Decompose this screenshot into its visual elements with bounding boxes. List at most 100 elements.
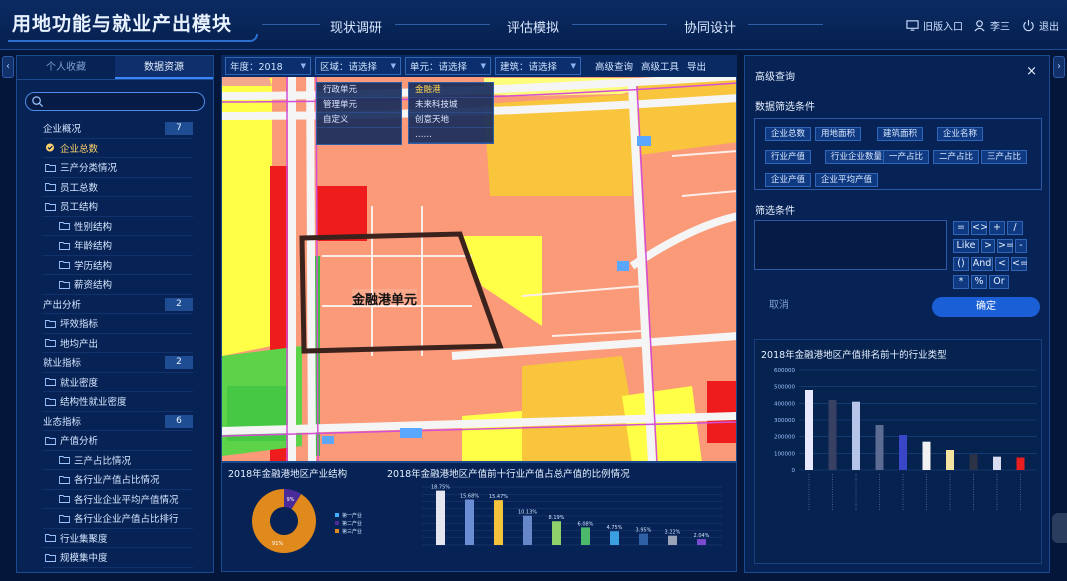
tree-item-label: 各行业产值占比情况 [74,475,160,487]
export-button[interactable]: 导出 [687,59,706,73]
tree-item[interactable]: 年龄结构 [43,236,193,256]
operator-button[interactable]: <> [971,221,988,235]
operator-button[interactable]: <= [1011,257,1028,271]
field-chip[interactable]: 一产占比 [883,150,930,164]
tree-item[interactable]: 结构性就业密度 [43,392,193,412]
tree-item[interactable]: 规模集中度 [43,548,193,568]
field-chip[interactable]: 企业平均产值 [815,173,879,187]
pie-slice-label: 9% [286,497,294,503]
field-chip[interactable]: 用地面积 [815,127,862,141]
tree-item[interactable]: 坪效指标 [43,314,193,334]
ranking-bar [875,425,884,470]
advanced-query-button[interactable]: 高级查询 [595,59,633,73]
condition-input[interactable] [754,220,947,270]
nav-separator [262,24,320,25]
operator-button[interactable]: + [989,221,1005,235]
ratio-bar-chart: 18.75% 15.68% 15.47% 10.13% 8.19% 6.08% 4.75% 3… [422,485,722,546]
field-chip[interactable]: 企业总数 [765,127,812,141]
tree-item[interactable]: 各行业产值占比情况 [43,470,193,490]
ranking-chart-svg: 600000 500000 400000 300000 200000 100000 0 [774,368,1037,510]
building-select[interactable]: 建筑：请选择 ▼ [495,57,581,75]
search-input[interactable] [48,94,208,109]
unit-option[interactable]: …… [409,128,493,143]
collapse-left-arrow-icon[interactable]: ‹ [2,56,14,78]
operator-button[interactable]: And [971,257,993,271]
search-box [25,92,208,111]
operator-button[interactable]: = [953,221,969,235]
tree-item[interactable]: 业态指标 6 [43,412,193,431]
folder-icon [45,339,56,348]
region-select[interactable]: 区域：请选择 ▼ [315,57,401,75]
field-chip[interactable]: 企业产值 [765,173,812,187]
tree-item[interactable]: 三产占比情况 [43,451,193,470]
operator-button[interactable]: - [1015,239,1027,253]
nav-separator [748,24,823,25]
tree-item[interactable]: 企业总数 [43,139,193,158]
unit-option[interactable]: 创意天地 [409,113,493,128]
nav-collab-design[interactable]: 协同设计 [684,17,736,36]
tree-item[interactable]: 产出分析 2 [43,295,193,314]
tree-item[interactable]: 就业指标 2 [43,353,193,373]
user-menu[interactable]: 李三 [973,18,1010,33]
confirm-button[interactable]: 确定 [932,297,1040,317]
tree-item[interactable]: 员工结构 [43,197,193,217]
field-chip[interactable]: 企业名称 [937,127,984,141]
field-chip[interactable]: 三产占比 [981,150,1028,164]
old-version-button[interactable]: 旧版入口 [906,18,963,33]
tree-item[interactable]: 学历结构 [43,256,193,275]
tree-item[interactable]: 性别结构 [43,217,193,236]
operator-button[interactable]: * [953,275,969,289]
tree-item[interactable]: 三产分类情况 [43,158,193,178]
tree-item-label: 各行业企业平均产值情况 [74,494,179,506]
ratio-bar-label: 4.75% [607,525,623,531]
advanced-tools-button[interactable]: 高级工具 [641,59,679,73]
monitor-icon [906,20,919,31]
left-tabs: 个人收藏 数据资源 [17,56,213,80]
tree-item[interactable]: 地均产出 [43,334,193,353]
tree-item[interactable]: 各行业企业平均产值情况 [43,490,193,509]
logout-button[interactable]: 退出 [1022,18,1059,33]
region-option[interactable]: 行政单元 [317,83,401,98]
operator-button[interactable]: / [1007,221,1023,235]
unit-select[interactable]: 单元：请选择 ▼ [405,57,491,75]
cancel-button[interactable]: 取消 [754,297,804,315]
operator-button[interactable]: () [953,257,969,271]
tree-item[interactable]: 企业概况 7 [43,119,193,139]
side-handle[interactable] [1052,513,1067,543]
field-chip[interactable]: 二产占比 [933,150,980,164]
tree-item[interactable]: 薪资结构 [43,275,193,295]
operator-button[interactable]: >= [997,239,1014,253]
title-frame-decoration [8,34,258,42]
year-select[interactable]: 年度：2018 ▼ [225,57,311,75]
unit-option[interactable]: 未来科技城 [409,98,493,113]
condition-section-title: 筛选条件 [755,206,795,217]
chevron-down-icon: ▼ [390,62,396,70]
tree-item-label: 学历结构 [74,260,113,272]
ratio-bar [552,521,561,545]
close-icon[interactable]: × [1026,64,1037,79]
field-chip[interactable]: 行业产值 [765,150,812,164]
tree-item[interactable]: 行业集聚度 [43,529,193,548]
ranking-bar [828,400,837,470]
region-option[interactable]: 管理单元 [317,98,401,113]
nav-evaluation[interactable]: 评估模拟 [507,17,559,36]
tree-item[interactable]: 就业密度 [43,373,193,392]
tree-item[interactable]: 员工总数 [43,178,193,197]
operator-button[interactable]: > [981,239,995,253]
region-option[interactable]: 自定义 [317,113,401,128]
operator-button[interactable]: Like [953,239,979,253]
operator-button[interactable]: < [995,257,1009,271]
field-chip[interactable]: 行业企业数量 [825,150,889,164]
tree-item[interactable]: 各行业企业产值占比排行 [43,509,193,529]
operator-button[interactable]: % [971,275,987,289]
tab-data-resources[interactable]: 数据资源 [115,56,213,79]
panel-title: 高级查询 [755,72,795,83]
nav-current-survey[interactable]: 现状调研 [330,17,382,36]
tree-item[interactable]: 产值分析 [43,431,193,451]
operator-button[interactable]: Or [989,275,1009,289]
field-chip[interactable]: 建筑面积 [877,127,924,141]
data-tree: 企业概况 7 企业总数 三产分类情况 员工总数 员工结构 性别结构 年龄结构 学历结构 薪资结构产… [17,119,213,568]
tab-favorites[interactable]: 个人收藏 [17,56,115,79]
collapse-right-arrow-icon[interactable]: › [1053,56,1065,78]
unit-option[interactable]: 金融港 [409,83,493,98]
